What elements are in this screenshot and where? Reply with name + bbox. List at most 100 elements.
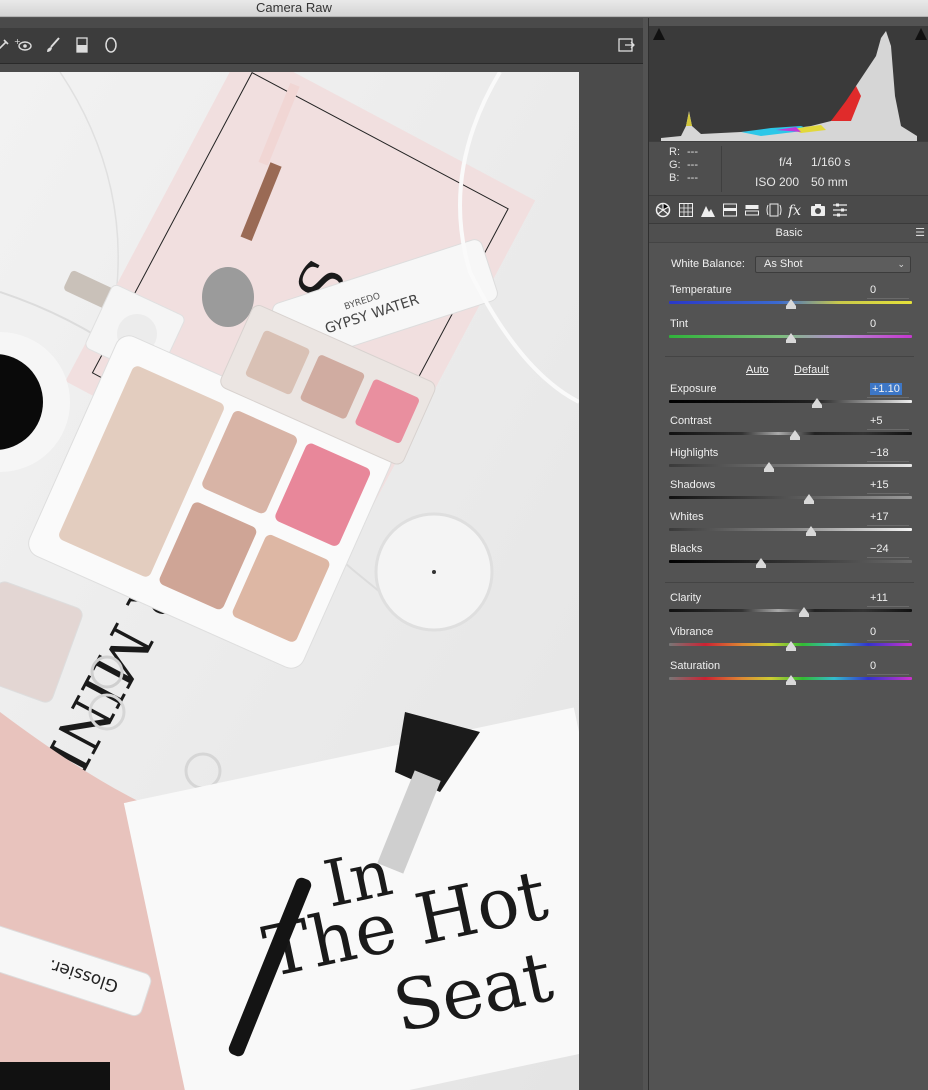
slider-value-field[interactable]: +15 [867, 479, 909, 494]
slider-value-field[interactable]: 0 [867, 318, 909, 333]
panel-tabs: fx [649, 196, 928, 224]
tone-curve-tab-icon[interactable] [677, 201, 695, 219]
slider-track[interactable] [669, 528, 912, 531]
slider-value-field[interactable]: 0 [867, 284, 909, 299]
right-panel: R: --- G: --- B: --- f/4 1/160 s ISO 200 50 m… [648, 18, 928, 1090]
title-bar: Camera Raw [0, 0, 928, 17]
basic-section-header: Basic ☰ [649, 224, 928, 243]
effects-tab-icon[interactable]: fx [787, 201, 805, 219]
slider-value: +1.10 [870, 383, 902, 395]
slider-blacks[interactable]: Blacks −24 [669, 543, 912, 575]
slider-thumb[interactable] [798, 607, 809, 617]
detail-tab-icon[interactable] [699, 201, 717, 219]
slider-value-field[interactable]: −18 [867, 447, 909, 462]
shutter-value: 1/160 s [811, 155, 851, 169]
slider-thumb[interactable] [785, 333, 796, 343]
slider-value: −18 [870, 447, 889, 459]
slider-whites[interactable]: Whites +17 [669, 511, 912, 543]
camera-raw-window: Camera Raw + MIND BYREDO GYPSY WATER In … [0, 0, 928, 1090]
slider-thumb[interactable] [806, 526, 817, 536]
slider-clarity[interactable]: Clarity +11 [669, 592, 912, 624]
toolbar-strip [0, 18, 643, 28]
aperture-value: f/4 [779, 155, 793, 169]
slider-value-field[interactable]: +17 [867, 511, 909, 526]
default-link[interactable]: Default [794, 364, 829, 376]
slider-value-field[interactable]: +11 [867, 592, 909, 607]
lens-corrections-tab-icon[interactable] [765, 201, 783, 219]
slider-thumb[interactable] [785, 675, 796, 685]
slider-value-field[interactable]: +1.10 [867, 383, 909, 398]
svg-text:fx: fx [788, 203, 801, 218]
slider-value: +15 [870, 479, 889, 491]
slider-shadows[interactable]: Shadows +15 [669, 479, 912, 511]
slider-value: 0 [870, 626, 877, 638]
slider-track[interactable] [669, 560, 912, 563]
graduated-filter-tool-icon[interactable] [71, 34, 93, 56]
iso-value: ISO 200 [755, 175, 800, 189]
slider-track[interactable] [669, 496, 912, 499]
slider-value: 0 [870, 318, 877, 330]
rgb-values: R: --- G: --- B: --- [669, 146, 698, 184]
slider-thumb[interactable] [785, 641, 796, 651]
slider-track[interactable] [669, 609, 912, 612]
white-balance-row: White Balance: As Shot ⌄ [671, 256, 911, 274]
slider-value: +11 [870, 592, 888, 604]
slider-highlights[interactable]: Highlights −18 [669, 447, 912, 479]
divider [665, 582, 914, 583]
slider-track[interactable] [669, 400, 912, 403]
histogram [649, 26, 928, 141]
slider-value-field[interactable]: 0 [867, 660, 909, 675]
slider-tint[interactable]: Tint 0 [669, 318, 912, 350]
photo-preview[interactable]: STYLE YOUR MIND BYREDO GYPSY WATER [0, 72, 579, 1090]
slider-temperature[interactable]: Temperature 0 [669, 284, 912, 316]
slider-thumb[interactable] [803, 494, 814, 504]
slider-value: −24 [870, 543, 889, 555]
slider-thumb[interactable] [790, 430, 801, 440]
slider-value: 0 [870, 284, 877, 296]
slider-label: Clarity [670, 592, 702, 604]
hsl-tab-icon[interactable] [721, 201, 739, 219]
panel-menu-icon[interactable]: ☰ [915, 224, 925, 243]
camera-info: f/4 1/160 s ISO 200 50 mm [749, 152, 850, 192]
slider-thumb[interactable] [756, 558, 767, 568]
radial-filter-tool-icon[interactable] [100, 34, 122, 56]
image-canvas[interactable]: STYLE YOUR MIND BYREDO GYPSY WATER [0, 64, 643, 1090]
white-balance-select[interactable]: As Shot ⌄ [755, 256, 911, 273]
slider-label: Saturation [670, 660, 721, 672]
slider-label: Exposure [670, 383, 717, 395]
slider-saturation[interactable]: Saturation 0 [669, 660, 912, 692]
slider-value-field[interactable]: −24 [867, 543, 909, 558]
split-toning-tab-icon[interactable] [743, 201, 761, 219]
white-balance-value: As Shot [764, 258, 803, 270]
slider-label: Shadows [670, 479, 716, 491]
readout-divider [721, 146, 722, 192]
slider-label: Blacks [670, 543, 703, 555]
open-panel-icon[interactable] [615, 34, 637, 56]
camera-calibration-tab-icon[interactable] [809, 201, 827, 219]
pixel-readout: R: --- G: --- B: --- f/4 1/160 s ISO 200 50 m… [649, 141, 928, 196]
slider-value-field[interactable]: 0 [867, 626, 909, 641]
slider-thumb[interactable] [785, 299, 796, 309]
red-eye-tool-icon[interactable]: + [12, 34, 34, 56]
basic-section-title: Basic [775, 227, 803, 239]
adjustment-brush-tool-icon[interactable] [42, 34, 64, 56]
slider-label: Whites [670, 511, 704, 523]
slider-label: Tint [670, 318, 688, 330]
slider-value-field[interactable]: +5 [867, 415, 909, 430]
slider-exposure[interactable]: Exposure +1.10 [669, 383, 912, 415]
slider-thumb[interactable] [812, 398, 823, 408]
slider-vibrance[interactable]: Vibrance 0 [669, 626, 912, 658]
slider-label: Highlights [670, 447, 719, 459]
auto-link[interactable]: Auto [746, 364, 769, 376]
slider-contrast[interactable]: Contrast +5 [669, 415, 912, 447]
slider-label: Vibrance [670, 626, 714, 638]
window-title: Camera Raw [256, 0, 332, 15]
slider-track[interactable] [669, 464, 912, 467]
slider-value: +17 [870, 511, 889, 523]
chevron-down-icon: ⌄ [897, 259, 905, 269]
presets-tab-icon[interactable] [831, 201, 849, 219]
basic-tab-icon[interactable] [654, 201, 672, 219]
slider-thumb[interactable] [763, 462, 774, 472]
white-balance-label: White Balance: [671, 258, 745, 270]
slider-value: 0 [870, 660, 877, 672]
